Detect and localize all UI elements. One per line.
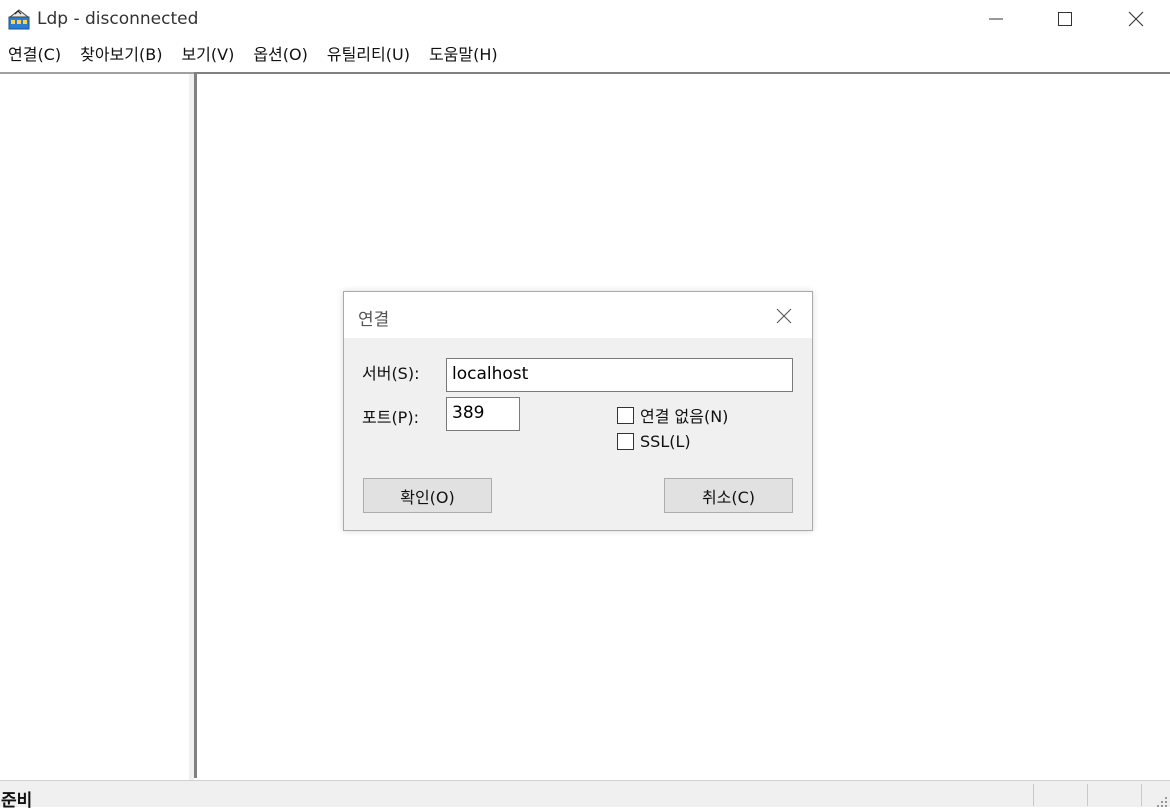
menu-browse[interactable]: 찾아보기(B) [72, 40, 173, 70]
menu-connection[interactable]: 연결(C) [0, 40, 72, 70]
ldp-app-icon [8, 8, 30, 30]
status-separator [1033, 784, 1034, 806]
dialog-titlebar: 연결 [344, 292, 812, 338]
maximize-button[interactable] [1033, 0, 1097, 38]
connectionless-checkbox[interactable] [617, 406, 634, 424]
minimize-button[interactable] [964, 0, 1028, 38]
close-icon [1128, 11, 1144, 27]
status-separator [1087, 784, 1088, 806]
dialog-close-button[interactable] [769, 302, 799, 330]
resize-grip-icon[interactable] [1156, 793, 1168, 807]
ok-button[interactable]: 확인(O) [363, 478, 492, 513]
tree-pane[interactable] [0, 72, 189, 780]
connectionless-label: 연결 없음(N) [640, 407, 729, 426]
status-text: 준비 [1, 791, 33, 811]
maximize-icon [1058, 12, 1072, 26]
server-input[interactable]: localhost [446, 358, 793, 392]
connectionless-option[interactable]: 연결 없음(N) [617, 403, 728, 427]
minimize-icon [989, 18, 1003, 20]
dialog-title: 연결 [358, 310, 390, 330]
status-separator [1141, 784, 1142, 806]
port-label: 포트(P): [362, 408, 419, 427]
window-titlebar: Ldp - disconnected [0, 0, 1170, 38]
window-title: Ldp - disconnected [37, 9, 199, 29]
menu-utilities[interactable]: 유틸리티(U) [319, 40, 421, 70]
ssl-label: SSL(L) [640, 432, 691, 451]
status-bar: 준비 [0, 780, 1170, 811]
port-input[interactable]: 389 [446, 397, 520, 431]
server-label: 서버(S): [362, 364, 420, 383]
ssl-option[interactable]: SSL(L) [617, 432, 691, 451]
connect-dialog: 연결 서버(S): localhost 포트(P): 389 연결 없음(N) … [343, 291, 813, 531]
menu-bar: 연결(C) 찾아보기(B) 보기(V) 옵션(O) 유틸리티(U) 도움말(H) [0, 40, 1170, 70]
close-button[interactable] [1104, 0, 1168, 38]
menu-view[interactable]: 보기(V) [173, 40, 245, 70]
ssl-checkbox[interactable] [617, 433, 634, 450]
menu-options[interactable]: 옵션(O) [245, 40, 319, 70]
close-icon [776, 308, 792, 324]
menu-help[interactable]: 도움말(H) [421, 40, 509, 70]
cancel-button[interactable]: 취소(C) [664, 478, 793, 513]
